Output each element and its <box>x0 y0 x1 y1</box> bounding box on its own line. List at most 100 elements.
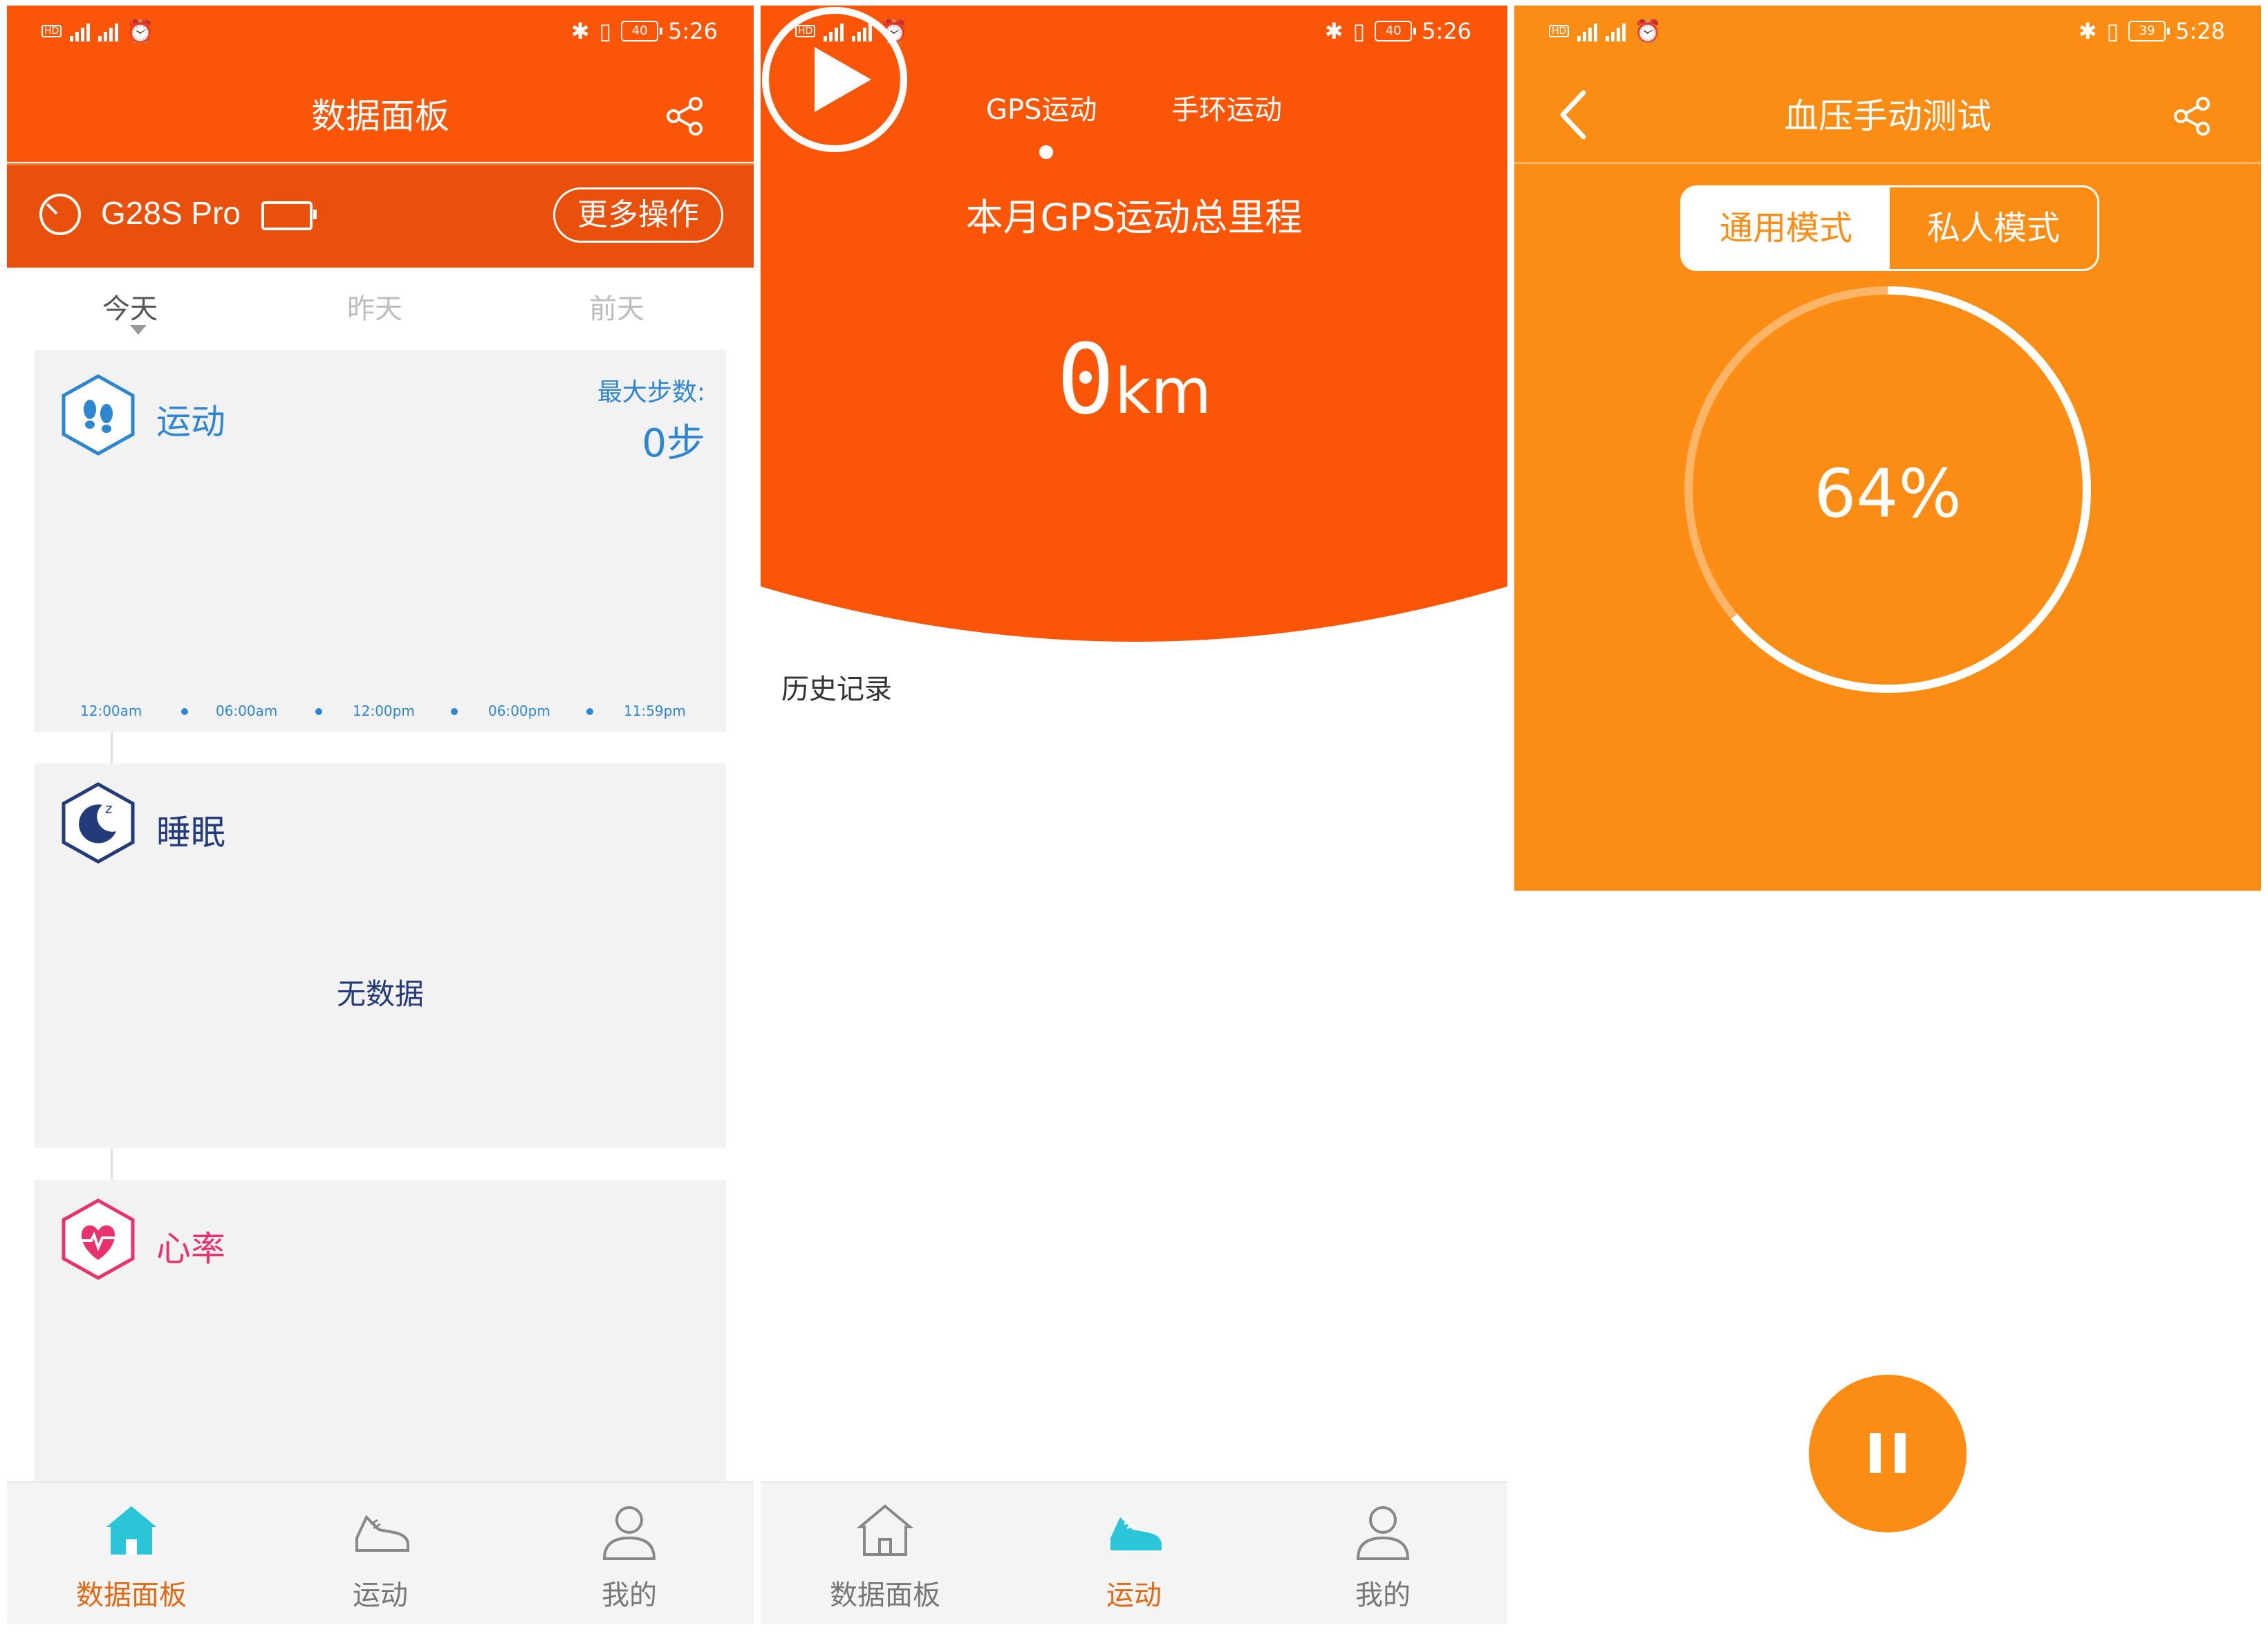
distance-unit: km <box>1115 355 1212 428</box>
axis-dot <box>181 708 188 715</box>
nav-label: 我的 <box>1355 1579 1411 1611</box>
mode-toggle: 通用模式 私人模式 <box>1680 185 2099 271</box>
nav-label: 运动 <box>353 1579 408 1611</box>
axis-dot <box>451 708 458 715</box>
sneaker-icon <box>346 1496 415 1566</box>
tab-gps-sport[interactable]: GPS运动 <box>986 87 1097 127</box>
footprints-icon <box>62 374 135 456</box>
nav-sport[interactable]: 运动 <box>256 1496 505 1613</box>
pause-icon <box>1870 1433 1881 1473</box>
device-bar: G28S Pro 更多操作 <box>7 163 754 268</box>
share-icon[interactable] <box>2171 95 2213 137</box>
private-mode-button[interactable]: 私人模式 <box>1890 187 2097 269</box>
nav-sport[interactable]: 运动 <box>1010 1496 1258 1613</box>
bluetooth-icon: ✱ <box>570 18 590 44</box>
share-icon[interactable] <box>664 95 705 137</box>
nav-mine[interactable]: 我的 <box>505 1496 754 1613</box>
bottom-nav: 数据面板 运动 我的 <box>761 1481 1507 1624</box>
tab-yesterday[interactable]: 昨天 <box>347 286 402 326</box>
battery-icon: 39 <box>2128 21 2171 41</box>
tab-indicator-icon <box>130 325 147 335</box>
sleep-title: 睡眠 <box>156 813 225 853</box>
sport-card[interactable]: 运动 最大步数: 0步 12:00am 06:00am 12:00pm 06:0… <box>35 350 726 732</box>
distance-value: 0 <box>1056 324 1115 436</box>
heart-rate-title: 心率 <box>156 1229 225 1269</box>
svg-text:z: z <box>105 800 113 817</box>
pause-icon <box>1895 1433 1906 1473</box>
nav-mine[interactable]: 我的 <box>1258 1496 1507 1613</box>
sneaker-icon <box>1099 1496 1169 1566</box>
axis-label: 06:00pm <box>488 703 550 719</box>
nav-dashboard[interactable]: 数据面板 <box>761 1496 1010 1613</box>
status-time: 5:26 <box>668 18 718 44</box>
tab-band-sport[interactable]: 手环运动 <box>1171 87 1282 127</box>
signal-icon <box>1606 21 1626 41</box>
vibrate-icon: ▯ <box>1353 18 1366 44</box>
axis-dot <box>586 708 593 715</box>
tab-day-before[interactable]: 前天 <box>589 286 644 326</box>
timeline-connector <box>111 1148 113 1180</box>
max-steps-value: 0步 <box>642 421 705 466</box>
nav-label: 我的 <box>602 1579 657 1611</box>
home-icon <box>850 1496 920 1566</box>
status-time: 5:26 <box>1422 18 1471 44</box>
nav-label: 数据面板 <box>830 1579 940 1611</box>
moon-icon: z <box>62 782 135 864</box>
alarm-icon: ⏰ <box>1634 18 1662 44</box>
gps-sport-screen: HD ⏰ ✱ ▯ 40 5:26 GPS运动 手环运动 本月GPS运动总里程 0… <box>761 6 1507 1624</box>
tab-today[interactable]: 今天 <box>102 286 158 326</box>
status-bar: HD ⏰ ✱ ▯ 39 5:28 <box>1514 6 2261 61</box>
page-title: 数据面板 <box>311 96 449 136</box>
progress-gauge: 64% <box>1680 282 2095 697</box>
pause-button[interactable] <box>1809 1375 1967 1532</box>
home-icon <box>97 1496 166 1566</box>
timeline-connector <box>111 732 113 763</box>
dashboard-screen: HD ⏰ ✱ ▯ 40 5:26 数据面板 G28S Pro 更多操作 今天 昨… <box>7 6 754 1624</box>
axis-label: 12:00pm <box>353 703 415 719</box>
no-data-text: 无数据 <box>336 977 424 1011</box>
battery-icon: 40 <box>621 21 663 41</box>
gps-total-title: 本月GPS运动总里程 <box>965 196 1303 239</box>
bluetooth-icon: ✱ <box>1324 18 1344 44</box>
sleep-card[interactable]: z 睡眠 无数据 <box>35 763 726 1148</box>
battery-icon: 40 <box>1375 21 1417 41</box>
bp-title-bar: HD ⏰ ✱ ▯ 39 5:28 血压手动测试 <box>1514 6 2261 164</box>
signal-icon <box>98 21 119 41</box>
status-bar: HD ⏰ ✱ ▯ 40 5:26 <box>7 6 754 61</box>
bottom-nav: 数据面板 运动 我的 <box>7 1481 754 1624</box>
device-name: G28S Pro <box>101 195 241 231</box>
axis-label: 12:00am <box>80 703 142 719</box>
nav-dashboard[interactable]: 数据面板 <box>7 1496 256 1613</box>
axis-label: 11:59pm <box>624 703 686 719</box>
signal-icon <box>1577 21 1598 41</box>
play-icon[interactable] <box>761 6 909 154</box>
person-icon <box>595 1496 664 1566</box>
general-mode-button[interactable]: 通用模式 <box>1682 187 1890 269</box>
heart-rate-card[interactable]: 心率 <box>35 1180 726 1484</box>
nav-label: 运动 <box>1106 1579 1162 1611</box>
axis-dot <box>315 708 322 715</box>
signal-icon <box>70 21 91 41</box>
max-steps-label: 最大步数: <box>597 378 705 407</box>
bluetooth-icon: ✱ <box>2078 18 2097 44</box>
blood-pressure-screen: HD ⏰ ✱ ▯ 39 5:28 血压手动测试 通用模式 私人模式 64% <box>1514 6 2261 1624</box>
page-title: 血压手动测试 <box>1784 96 1991 136</box>
gps-header: HD ⏰ ✱ ▯ 40 5:26 GPS运动 手环运动 本月GPS运动总里程 0… <box>761 6 1507 642</box>
tab-indicator <box>1039 145 1053 159</box>
vibrate-icon: ▯ <box>2106 18 2119 44</box>
nav-label: 数据面板 <box>76 1579 187 1611</box>
history-label[interactable]: 历史记录 <box>781 667 892 707</box>
heart-icon <box>62 1198 135 1280</box>
more-actions-button[interactable]: 更多操作 <box>553 187 723 243</box>
watch-icon <box>36 190 84 239</box>
time-axis: 12:00am 06:00am 12:00pm 06:00pm 11:59pm <box>35 703 726 723</box>
status-time: 5:28 <box>2175 18 2225 44</box>
hd-indicator-icon: HD <box>41 25 62 37</box>
vibrate-icon: ▯ <box>599 18 612 44</box>
progress-percent: 64% <box>1814 455 1962 532</box>
alarm-icon: ⏰ <box>127 18 155 44</box>
gps-total-distance: 0km <box>761 324 1507 436</box>
axis-label: 06:00am <box>216 703 278 719</box>
day-tabs: 今天 昨天 前天 <box>7 266 754 349</box>
hd-indicator-icon: HD <box>1549 25 1570 37</box>
